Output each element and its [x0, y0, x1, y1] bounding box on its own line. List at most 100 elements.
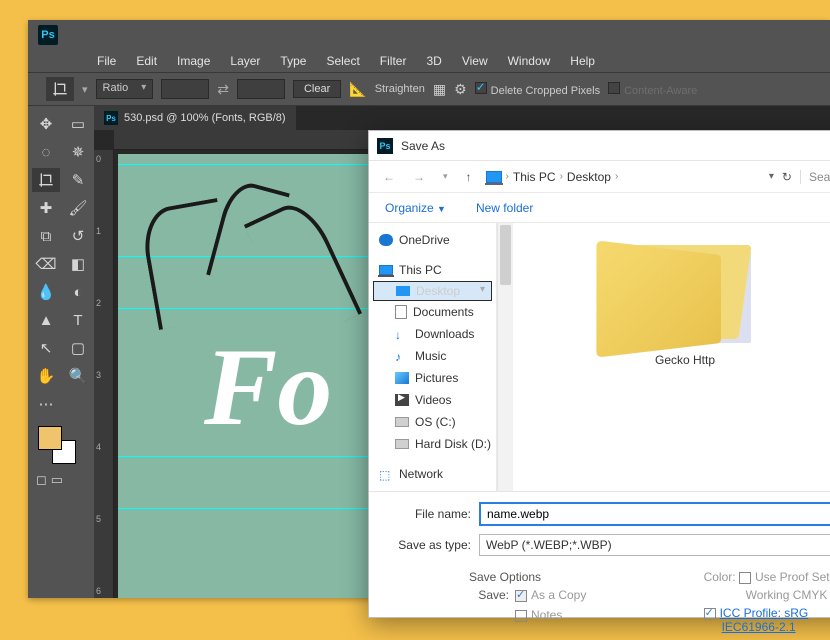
- tree-item-os-c-[interactable]: OS (C:): [373, 411, 492, 433]
- blur-tool[interactable]: 💧: [32, 280, 60, 304]
- straighten-icon[interactable]: 📐: [349, 81, 366, 98]
- breadcrumb[interactable]: › This PC › Desktop ›: [486, 170, 619, 184]
- dodge-tool[interactable]: ◐: [64, 280, 92, 304]
- photoshop-window: Ps File Edit Image Layer Type Select Fil…: [28, 20, 830, 598]
- chevron-down-icon[interactable]: ▾: [439, 171, 452, 182]
- swap-dimensions-icon[interactable]: ⇄: [217, 81, 229, 98]
- crop-tool[interactable]: [32, 168, 60, 192]
- proof-setup-checkbox[interactable]: [739, 572, 751, 584]
- edit-toolbar[interactable]: ⋯: [32, 392, 60, 416]
- refresh-icon[interactable]: ↻: [782, 170, 792, 184]
- tree-item-this-pc[interactable]: This PC: [373, 259, 492, 281]
- save-type-dropdown[interactable]: WebP (*.WEBP;*.WBP): [479, 534, 830, 556]
- color-swatches[interactable]: [32, 420, 92, 468]
- tree-item-documents[interactable]: Documents: [373, 301, 492, 323]
- ruler-tick: 5: [96, 514, 101, 524]
- menu-window[interactable]: Window: [499, 52, 560, 70]
- nav-forward-icon[interactable]: →: [409, 170, 429, 184]
- eraser-tool[interactable]: ⌫: [32, 252, 60, 276]
- search-input[interactable]: Search: [800, 170, 830, 184]
- save-as-dialog: Ps Save As ← → ▾ ↑ › This PC › Desktop ›…: [368, 130, 830, 618]
- icc-detail-label: IEC61966-2.1: [704, 620, 830, 634]
- menu-filter[interactable]: Filter: [371, 52, 416, 70]
- ruler-tick: 0: [96, 154, 101, 164]
- working-cmyk-label: Working CMYK: [704, 588, 830, 602]
- ruler-vertical[interactable]: 0 1 2 3 4 5 6: [94, 150, 114, 598]
- content-aware-checkbox[interactable]: Content-Aware: [608, 82, 697, 97]
- tree-item-pictures[interactable]: Pictures: [373, 367, 492, 389]
- move-tool[interactable]: ✥: [32, 112, 60, 136]
- tool-panel: ✥ ▭ ◌ ✵ ✎ ✚ 🖌 ⧉ ↺ ⌫ ◧ 💧 ◐ ▲ T ↖ ▢ ✋ 🔍 ⋯: [28, 106, 94, 598]
- as-copy-label: As a Copy: [531, 588, 586, 602]
- hand-tool[interactable]: ✋: [32, 364, 60, 388]
- ratio-dropdown[interactable]: Ratio: [96, 79, 154, 99]
- menu-help[interactable]: Help: [561, 52, 604, 70]
- save-options-header: Save Options: [469, 570, 704, 584]
- menu-3d[interactable]: 3D: [417, 52, 450, 70]
- file-list[interactable]: Gecko Http: [513, 223, 830, 491]
- menu-image[interactable]: Image: [168, 52, 219, 70]
- organize-dropdown[interactable]: Organize ▼: [385, 201, 446, 215]
- zoom-tool[interactable]: 🔍: [64, 364, 92, 388]
- menu-file[interactable]: File: [88, 52, 125, 70]
- breadcrumb-segment[interactable]: Desktop: [567, 170, 611, 184]
- menu-select[interactable]: Select: [317, 52, 368, 70]
- dialog-title: Save As: [401, 139, 445, 153]
- menu-view[interactable]: View: [453, 52, 497, 70]
- foreground-color-swatch[interactable]: [38, 426, 62, 450]
- dialog-titlebar[interactable]: Ps Save As: [369, 131, 830, 161]
- file-name-input[interactable]: [479, 502, 830, 526]
- as-copy-checkbox[interactable]: [515, 590, 527, 602]
- healing-brush-tool[interactable]: ✚: [32, 196, 60, 220]
- chevron-down-icon[interactable]: ▾: [82, 83, 88, 96]
- tree-item-hard-disk-d-[interactable]: Hard Disk (D:): [373, 433, 492, 455]
- tree-item-music[interactable]: ♪Music: [373, 345, 492, 367]
- brush-tool[interactable]: 🖌: [64, 196, 92, 220]
- dialog-fields: File name: Save as type: WebP (*.WEBP;*.…: [369, 491, 830, 568]
- gradient-tool[interactable]: ◧: [64, 252, 92, 276]
- eyedropper-tool[interactable]: ✎: [64, 168, 92, 192]
- rectangle-tool[interactable]: ▢: [64, 336, 92, 360]
- tree-item-onedrive[interactable]: OneDrive: [373, 229, 492, 251]
- new-folder-button[interactable]: New folder: [476, 201, 533, 215]
- ruler-tick: 1: [96, 226, 101, 236]
- delete-cropped-checkbox[interactable]: Delete Cropped Pixels: [475, 82, 600, 97]
- lasso-tool[interactable]: ◌: [32, 140, 60, 164]
- marquee-tool[interactable]: ▭: [64, 112, 92, 136]
- menu-layer[interactable]: Layer: [221, 52, 269, 70]
- folder-icon[interactable]: [615, 237, 755, 347]
- save-type-label: Save as type:: [383, 538, 471, 552]
- gear-icon[interactable]: ⚙: [454, 81, 467, 98]
- folder-item-label[interactable]: Gecko Http: [655, 353, 715, 367]
- icc-profile-checkbox[interactable]: [704, 608, 716, 620]
- quick-mask-icon[interactable]: ◻: [36, 472, 47, 488]
- ps-file-icon: Ps: [104, 111, 118, 125]
- magic-wand-tool[interactable]: ✵: [64, 140, 92, 164]
- grid-overlay-icon[interactable]: ▦: [433, 81, 446, 98]
- dialog-nav: ← → ▾ ↑ › This PC › Desktop › ▾ ↻ Search: [369, 161, 830, 193]
- nav-back-icon[interactable]: ←: [379, 170, 399, 184]
- color-label: Color:: [704, 570, 736, 584]
- crop-width-input[interactable]: [161, 79, 209, 99]
- clear-button[interactable]: Clear: [293, 80, 341, 98]
- menu-type[interactable]: Type: [271, 52, 315, 70]
- type-tool[interactable]: T: [64, 308, 92, 332]
- breadcrumb-segment[interactable]: This PC: [513, 170, 556, 184]
- tree-item-videos[interactable]: Videos: [373, 389, 492, 411]
- tree-scrollbar[interactable]: [497, 223, 513, 491]
- screen-mode-icon[interactable]: ▭: [51, 472, 63, 488]
- crop-tool-icon[interactable]: [46, 77, 74, 101]
- history-brush-tool[interactable]: ↺: [64, 224, 92, 248]
- document-tab[interactable]: Ps 530.psd @ 100% (Fonts, RGB/8): [94, 106, 296, 130]
- tree-item-downloads[interactable]: ↓Downloads: [373, 323, 492, 345]
- notes-checkbox[interactable]: [515, 610, 527, 622]
- chevron-down-icon[interactable]: ▾: [769, 171, 774, 182]
- crop-height-input[interactable]: [237, 79, 285, 99]
- menu-edit[interactable]: Edit: [127, 52, 166, 70]
- clone-stamp-tool[interactable]: ⧉: [32, 224, 60, 248]
- pen-tool[interactable]: ▲: [32, 308, 60, 332]
- nav-up-icon[interactable]: ↑: [462, 170, 476, 184]
- tree-item-desktop[interactable]: Desktop: [373, 281, 492, 301]
- path-select-tool[interactable]: ↖: [32, 336, 60, 360]
- tree-item-network[interactable]: ⬚Network: [373, 463, 492, 485]
